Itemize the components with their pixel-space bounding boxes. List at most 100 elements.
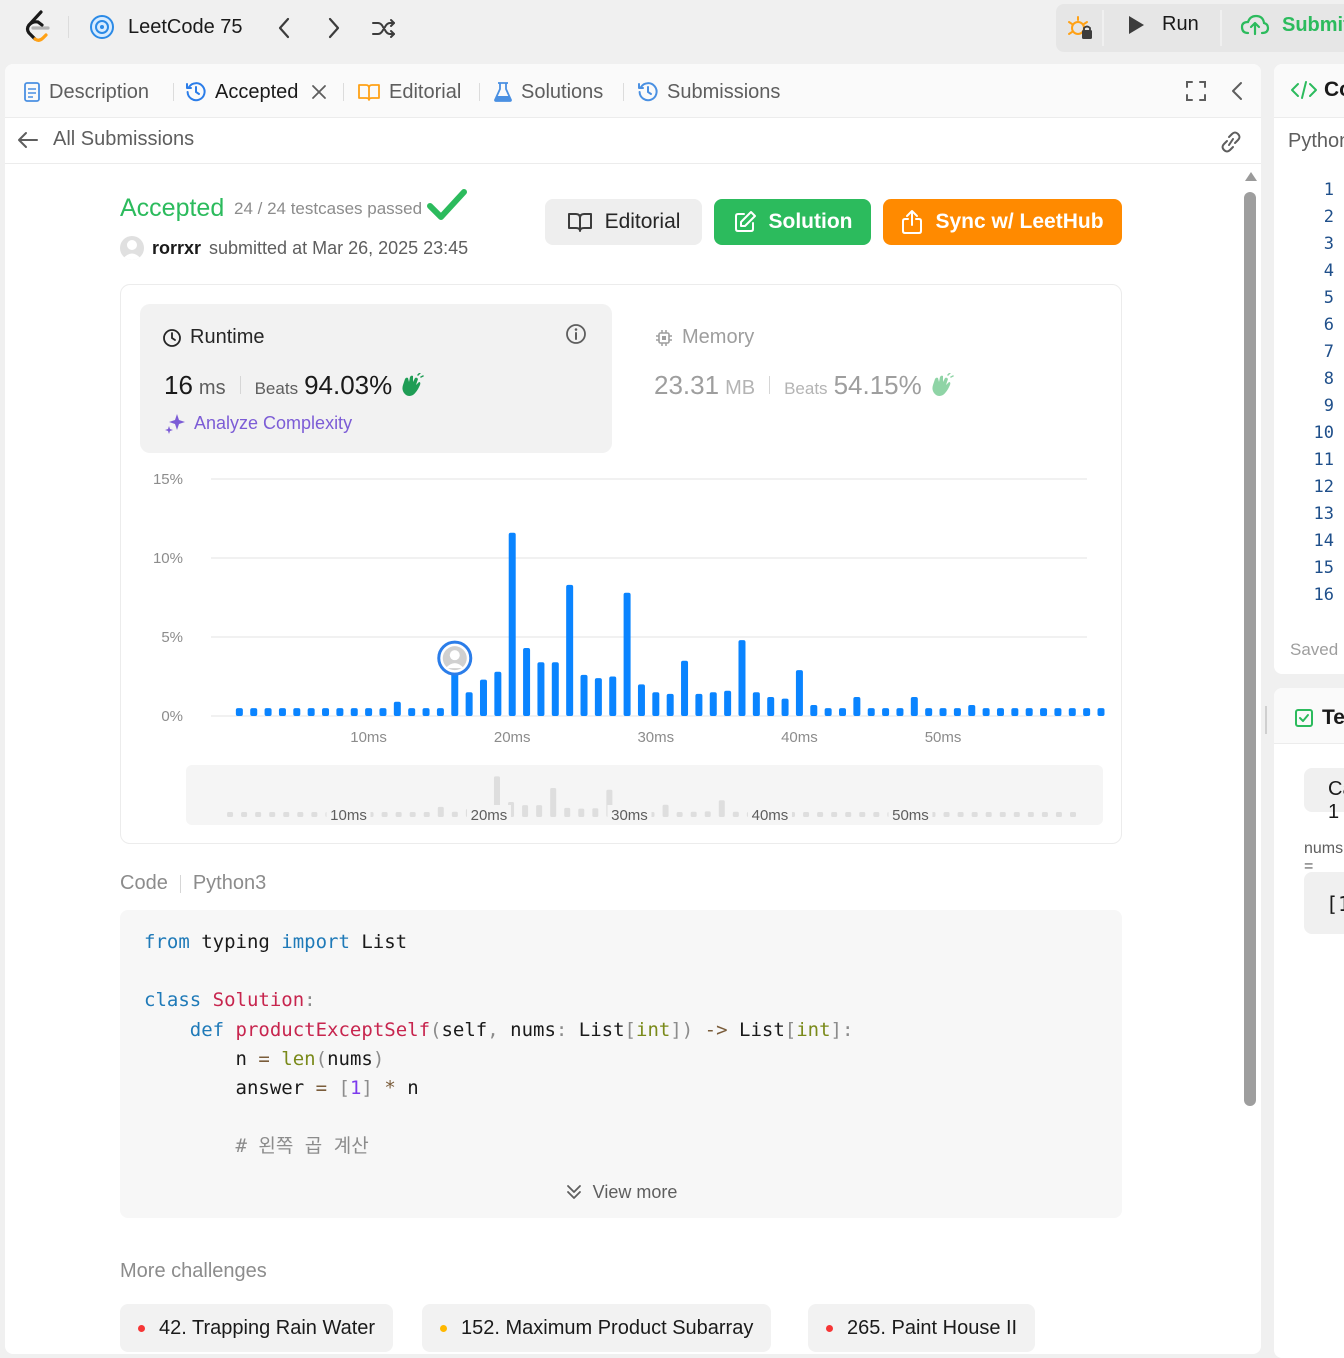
memory-label: Memory xyxy=(682,326,755,348)
difficulty-dot xyxy=(826,1324,833,1332)
tab-label: Accepted xyxy=(215,80,299,103)
testcase-tab[interactable]: Testcase xyxy=(1294,706,1344,730)
line-number: 13 xyxy=(1313,504,1334,524)
run-button[interactable]: Run xyxy=(1126,13,1199,36)
chart-bar xyxy=(666,693,674,716)
overview-bar xyxy=(241,812,248,817)
chart-bar xyxy=(408,708,416,716)
panel-resize-handle[interactable] xyxy=(1265,706,1267,734)
username[interactable]: rorrxr xyxy=(152,238,201,259)
chart-bar xyxy=(853,697,861,716)
chart-bar xyxy=(867,708,875,716)
chart-bar xyxy=(767,697,775,716)
sync-label: Sync w/ LeetHub xyxy=(935,210,1104,233)
chart-bar xyxy=(968,704,976,716)
maximize-icon[interactable] xyxy=(1183,78,1209,104)
sync-leethub-button[interactable]: Sync w/ LeetHub xyxy=(883,199,1122,245)
tab-submissions[interactable]: Submissions xyxy=(637,78,780,106)
edit-icon xyxy=(734,211,756,232)
flask-icon xyxy=(494,82,512,102)
x-tick-label: 50ms xyxy=(925,729,962,746)
runtime-panel[interactable]: Runtime 16 ms Beats 94.03% Analyze Compl… xyxy=(140,304,612,453)
submit-button[interactable]: Submit xyxy=(1240,13,1344,37)
code-block[interactable]: from typing import List class Solution: … xyxy=(120,910,1122,1218)
description-icon xyxy=(24,82,40,102)
chart-bar xyxy=(1083,708,1091,716)
close-icon[interactable] xyxy=(310,83,328,101)
overview-tick-label: 40ms xyxy=(752,807,789,824)
prev-problem-button[interactable] xyxy=(270,14,298,42)
leetcode-logo-icon[interactable] xyxy=(22,10,52,44)
language-select[interactable]: Python xyxy=(1288,130,1344,153)
chevron-left-icon xyxy=(278,17,290,39)
memory-header[interactable]: Memory xyxy=(654,326,754,349)
runtime-distribution-chart[interactable]: 0% 5% 10% 15% 10ms 20ms 30ms 40ms 50ms 10ms 20ms 30… xyxy=(121,465,1121,843)
memory-unit: MB xyxy=(725,377,756,399)
chart-bar xyxy=(1068,708,1076,716)
share-link-icon[interactable] xyxy=(1217,130,1245,154)
solution-button[interactable]: Solution xyxy=(714,199,871,245)
overview-bar xyxy=(662,804,669,817)
editor-tab[interactable]: Code xyxy=(1290,78,1344,102)
overview-bar xyxy=(536,805,543,817)
overview-bar xyxy=(423,812,430,817)
chart-bar xyxy=(1097,708,1105,716)
debugger-icon[interactable] xyxy=(1066,14,1094,42)
overview-bar xyxy=(873,812,880,817)
run-submit-group: Run Submit xyxy=(1056,4,1344,52)
chart-bar xyxy=(365,708,373,716)
overview-bar xyxy=(971,812,978,817)
next-problem-button[interactable] xyxy=(320,14,348,42)
overview-bar xyxy=(676,812,683,817)
chart-bar xyxy=(752,692,760,716)
editorial-button[interactable]: Editorial xyxy=(545,199,702,245)
overview-bar xyxy=(592,808,599,817)
y-tick-label: 5% xyxy=(161,629,183,646)
book-icon xyxy=(358,84,380,101)
chart-bar xyxy=(925,708,933,716)
scroll-up-arrow[interactable] xyxy=(1245,172,1257,181)
chart-bar xyxy=(336,708,344,716)
back-label: All Submissions xyxy=(53,128,195,150)
memory-values[interactable]: 23.31 MB Beats 54.15% xyxy=(654,370,954,401)
line-number: 6 xyxy=(1323,315,1334,335)
chart-bar xyxy=(652,692,660,716)
code-header: Code Python3 xyxy=(120,872,266,895)
all-submissions-link[interactable]: All Submissions xyxy=(17,128,194,151)
tab-description[interactable]: Description xyxy=(23,78,149,106)
case-tab[interactable]: Case 1 xyxy=(1304,768,1344,823)
chart-bar xyxy=(479,679,487,716)
tab-solutions[interactable]: Solutions xyxy=(493,78,603,106)
tab-label: Description xyxy=(49,80,150,103)
collapse-panel-icon[interactable] xyxy=(1225,78,1251,104)
runtime-label: Runtime xyxy=(190,326,265,348)
tab-accepted[interactable]: Accepted xyxy=(185,78,328,106)
solution-label: Solution xyxy=(768,210,853,233)
chart-bar xyxy=(724,690,732,716)
line-number: 7 xyxy=(1323,342,1334,362)
random-problem-button[interactable] xyxy=(370,14,398,42)
chart-bar xyxy=(609,676,617,716)
chart-bar xyxy=(1054,708,1062,716)
chart-bar xyxy=(307,708,315,716)
divider xyxy=(479,83,480,101)
scrollbar-thumb[interactable] xyxy=(1244,192,1256,1106)
info-icon[interactable] xyxy=(564,322,588,346)
analyze-complexity-link[interactable]: Analyze Complexity xyxy=(164,412,352,434)
chart-bar xyxy=(996,708,1004,716)
study-plan[interactable]: LeetCode 75 xyxy=(88,13,243,41)
tab-label: Submissions xyxy=(667,80,781,103)
x-tick-label: 40ms xyxy=(781,729,818,746)
divider xyxy=(343,83,344,101)
nums-input[interactable]: [1 xyxy=(1304,872,1344,934)
shuffle-icon xyxy=(372,19,395,38)
avatar[interactable] xyxy=(120,236,144,260)
view-more-label: View more xyxy=(592,1181,678,1202)
overview-bar xyxy=(732,811,739,817)
runtime-values: 16 ms Beats 94.03% xyxy=(164,370,425,401)
overview-bar xyxy=(1070,812,1076,817)
overview-bar xyxy=(269,812,276,817)
view-more-button[interactable]: View more xyxy=(120,1172,1122,1212)
chart-bar xyxy=(795,670,803,716)
tab-editorial[interactable]: Editorial xyxy=(357,78,461,106)
